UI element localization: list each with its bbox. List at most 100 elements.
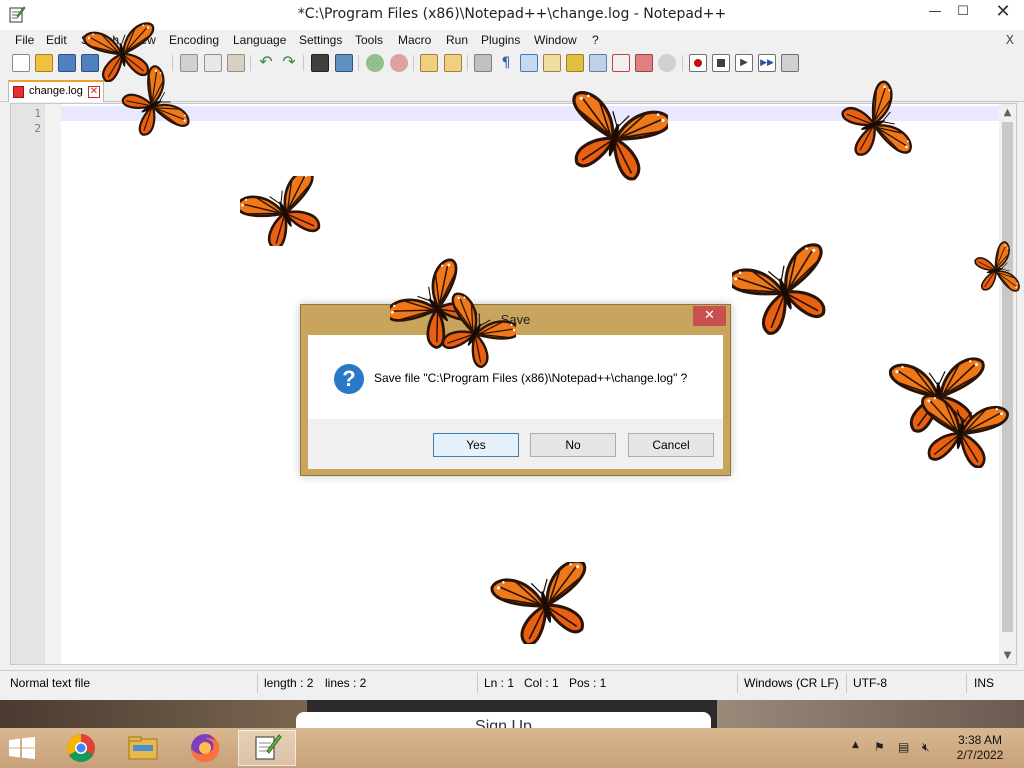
menu-window[interactable]: Window xyxy=(534,33,577,47)
tab-change-log[interactable]: change.log ✕ xyxy=(8,80,104,102)
status-divider xyxy=(257,673,258,693)
window-title: *C:\Program Files (x86)\Notepad++\change… xyxy=(297,6,727,22)
taskbar-notepad-plus-plus[interactable] xyxy=(238,730,296,766)
taskbar-file-explorer[interactable] xyxy=(114,730,172,766)
user-defined-language-icon[interactable] xyxy=(543,54,561,72)
word-wrap-icon[interactable] xyxy=(474,54,492,72)
status-length: length : 2 xyxy=(264,676,314,690)
status-lines: lines : 2 xyxy=(325,676,367,690)
toolbar-separator xyxy=(467,55,468,71)
function-list-icon[interactable] xyxy=(612,54,630,72)
copy-icon[interactable] xyxy=(204,54,222,72)
indent-guide-icon[interactable] xyxy=(520,54,538,72)
menu-file[interactable]: File xyxy=(15,33,34,47)
open-file-icon[interactable] xyxy=(35,54,53,72)
show-hidden-icons-icon[interactable]: ▲ xyxy=(852,740,859,750)
close-document-button[interactable]: X xyxy=(1006,33,1014,47)
action-center-flag-icon[interactable]: ⚑ xyxy=(874,740,885,754)
butterfly-image xyxy=(970,218,1024,322)
butterfly-image xyxy=(486,562,604,644)
line-number: 2 xyxy=(34,122,41,135)
vertical-scrollbar[interactable]: ▲ ▼ xyxy=(999,104,1016,664)
unsaved-file-icon xyxy=(13,86,24,98)
menu-plugins[interactable]: Plugins xyxy=(481,33,520,47)
run-macro-multiple-icon[interactable]: ▶▶ xyxy=(758,54,776,72)
scrollbar-thumb[interactable] xyxy=(1002,122,1013,632)
menu-encoding[interactable]: Encoding xyxy=(169,33,219,47)
find-icon[interactable] xyxy=(311,54,329,72)
toolbar-separator xyxy=(358,55,359,71)
folder-as-workspace-icon[interactable] xyxy=(635,54,653,72)
document-map-icon[interactable] xyxy=(566,54,584,72)
menu-run[interactable]: Run xyxy=(446,33,468,47)
butterfly-image xyxy=(240,176,328,246)
menu-macro[interactable]: Macro xyxy=(398,33,431,47)
show-all-characters-icon[interactable]: ¶ xyxy=(497,54,515,72)
menu-tools[interactable]: Tools xyxy=(355,33,383,47)
status-file-type: Normal text file xyxy=(10,676,91,690)
redo-icon[interactable]: ↷ xyxy=(280,54,298,72)
tab-close-icon[interactable]: ✕ xyxy=(88,86,100,98)
dialog-close-button[interactable]: ✕ xyxy=(693,306,726,326)
clock-date: 2/7/2022 xyxy=(956,748,1004,762)
volume-muted-icon[interactable]: 🔇︎ xyxy=(922,740,930,755)
sync-horizontal-icon[interactable] xyxy=(444,54,462,72)
toolbar-separator xyxy=(413,55,414,71)
paste-icon[interactable] xyxy=(227,54,245,72)
firefox-icon xyxy=(191,734,219,762)
scroll-down-arrow-icon[interactable]: ▼ xyxy=(999,647,1016,664)
menu-settings[interactable]: Settings xyxy=(299,33,342,47)
toolbar-separator xyxy=(303,55,304,71)
status-bar: Normal text file length : 2 lines : 2 Ln… xyxy=(0,670,1024,694)
butterfly-image xyxy=(906,394,1016,468)
close-window-button[interactable]: ✕ xyxy=(982,0,1024,26)
status-divider xyxy=(477,673,478,693)
chrome-icon xyxy=(67,734,95,762)
butterfly-image xyxy=(118,64,190,146)
no-button[interactable]: No xyxy=(530,433,616,457)
status-divider xyxy=(846,673,847,693)
system-clock[interactable]: 3:38 AM 2/7/2022 xyxy=(944,733,1016,763)
status-eol[interactable]: Windows (CR LF) xyxy=(744,676,839,690)
zoom-out-icon[interactable] xyxy=(390,54,408,72)
dialog-message: Save file "C:\Program Files (x86)\Notepa… xyxy=(374,371,688,385)
save-macro-icon[interactable] xyxy=(781,54,799,72)
undo-icon[interactable]: ↶ xyxy=(257,54,275,72)
fold-margin[interactable] xyxy=(45,104,61,664)
taskbar: ▲ ⚑ ▤ 🔇︎ 3:38 AM 2/7/2022 xyxy=(0,728,1024,768)
status-divider xyxy=(737,673,738,693)
tab-label: change.log xyxy=(29,85,83,97)
stop-macro-icon[interactable] xyxy=(712,54,730,72)
butterfly-image xyxy=(732,242,836,338)
windows-start-icon[interactable] xyxy=(8,737,36,759)
menu-help[interactable]: ? xyxy=(592,33,599,47)
status-divider xyxy=(966,673,967,693)
new-file-icon[interactable] xyxy=(12,54,30,72)
taskbar-chrome[interactable] xyxy=(52,730,110,766)
line-number: 1 xyxy=(34,107,41,120)
butterfly-image xyxy=(562,90,668,182)
sync-vertical-icon[interactable] xyxy=(420,54,438,72)
file-explorer-icon xyxy=(128,736,158,760)
record-macro-icon[interactable] xyxy=(689,54,707,72)
zoom-in-icon[interactable] xyxy=(366,54,384,72)
menu-edit[interactable]: Edit xyxy=(46,33,67,47)
butterfly-image xyxy=(836,68,916,180)
monitoring-icon[interactable] xyxy=(658,54,676,72)
clock-time: 3:38 AM xyxy=(957,733,1003,747)
scroll-up-arrow-icon[interactable]: ▲ xyxy=(999,104,1016,121)
document-list-icon[interactable] xyxy=(589,54,607,72)
cancel-button[interactable]: Cancel xyxy=(628,433,714,457)
status-insert-mode[interactable]: INS xyxy=(974,676,994,690)
butterfly-image xyxy=(436,288,516,376)
network-icon[interactable]: ▤ xyxy=(898,740,909,754)
question-icon: ? xyxy=(334,364,364,394)
taskbar-firefox[interactable] xyxy=(176,730,234,766)
replace-icon[interactable] xyxy=(335,54,353,72)
status-encoding[interactable]: UTF-8 xyxy=(853,676,887,690)
menu-language[interactable]: Language xyxy=(233,33,286,47)
maximize-button[interactable]: ☐ xyxy=(946,0,980,26)
yes-button[interactable]: Yes xyxy=(433,433,519,457)
status-position: Pos : 1 xyxy=(569,676,607,690)
play-macro-icon[interactable]: ▶ xyxy=(735,54,753,72)
